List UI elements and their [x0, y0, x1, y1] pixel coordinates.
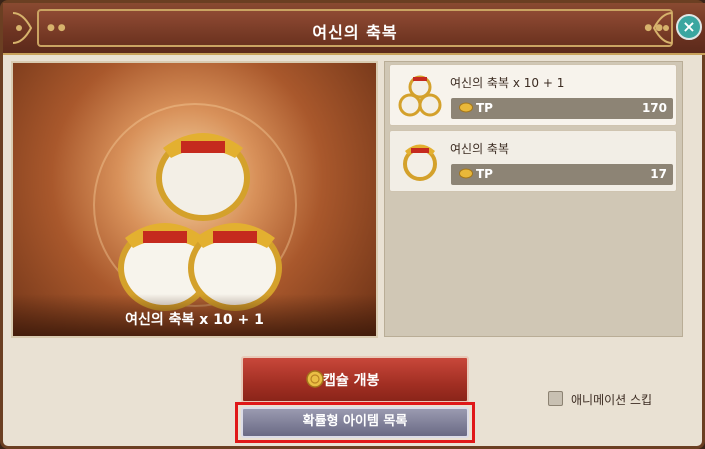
coin-icon	[459, 102, 473, 113]
skip-label: 애니메이션 스킵	[571, 393, 653, 407]
list-item-name: 여신의 축복	[450, 142, 510, 156]
price-bar: TP 17	[451, 164, 673, 185]
blessing-capsule-icon	[403, 144, 437, 181]
list-item-name: 여신의 축복 x 10 + 1	[450, 76, 565, 90]
item-list: 여신의 축복 x 10 + 1 TP 170 여신의 축복 TP 17	[384, 61, 683, 337]
item-preview-panel: 여신의 축복 x 10 + 1	[11, 61, 378, 338]
probability-list-button[interactable]: 확률형 아이템 목록	[241, 407, 469, 438]
price-currency: TP	[476, 167, 493, 181]
header-ornament-right-icon	[652, 12, 673, 44]
list-item[interactable]: 여신의 축복 x 10 + 1 TP 170	[389, 64, 677, 126]
open-capsule-button[interactable]: 캡슐 개봉	[241, 356, 469, 403]
price-currency: TP	[476, 101, 493, 115]
skip-checkbox[interactable]	[548, 391, 563, 406]
coin-icon	[306, 370, 324, 388]
list-item[interactable]: 여신의 축복 TP 17	[389, 130, 677, 192]
coin-icon	[459, 168, 473, 179]
header-ornament-left-icon	[12, 12, 33, 44]
close-icon: ×	[682, 17, 696, 36]
price-bar: TP 170	[451, 98, 673, 119]
open-capsule-label: 캡슐 개봉	[323, 373, 380, 389]
price-value: 170	[641, 101, 667, 115]
preview-item-name: 여신의 축복 x 10 + 1	[13, 294, 376, 336]
dialog-window: ● ● ● ● 여신의 축복 × 여신의 축복 x 10 + 1 여신의 축복 …	[0, 0, 705, 449]
header-title-frame: ● ● ● ● 여신의 축복	[37, 9, 673, 47]
close-button[interactable]: ×	[676, 14, 702, 40]
price-value: 17	[650, 167, 667, 181]
dialog-header: ● ● ● ● 여신의 축복 ×	[3, 3, 705, 55]
dialog-title: 여신의 축복	[312, 23, 398, 42]
blessing-capsule-icon	[398, 75, 442, 117]
